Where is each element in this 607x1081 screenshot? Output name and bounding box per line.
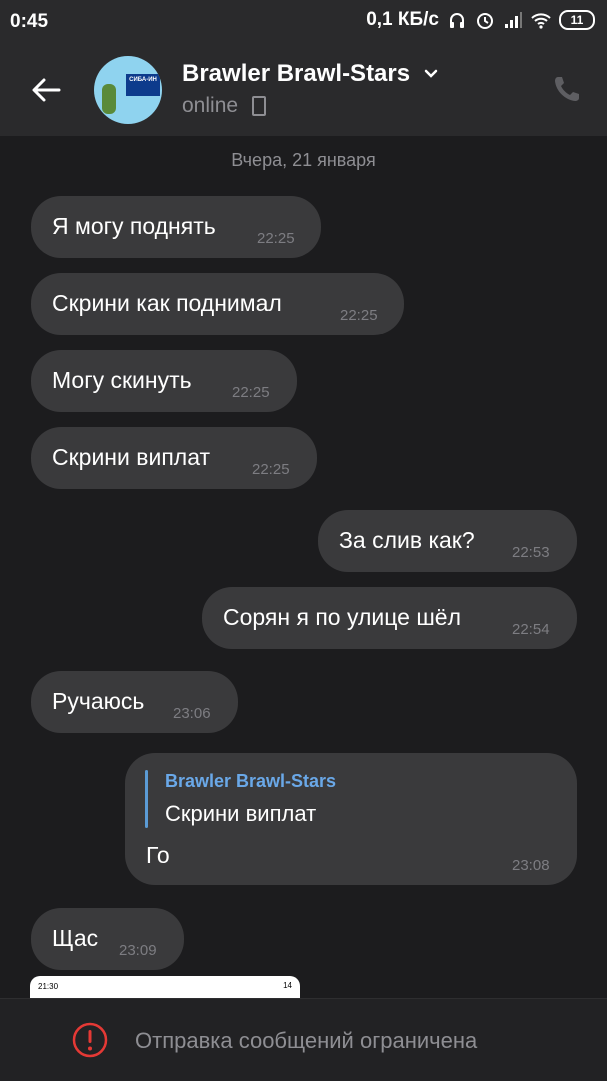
reply-quote-bar [145, 770, 148, 828]
reply-quoted-text: Скрини виплат [165, 801, 317, 826]
battery-icon: 11 [559, 10, 595, 30]
message-text: Сорян я по улице шёл [223, 604, 461, 630]
message-text: Го [146, 842, 170, 868]
message-bubble-outgoing[interactable]: За слив как? 22:53 [318, 510, 577, 572]
message-bubble-incoming[interactable]: Я могу поднять 22:25 [31, 196, 321, 258]
headphones-icon [447, 10, 467, 30]
image-message-preview[interactable]: 21:30 14 [30, 976, 300, 998]
preview-battery: 14 [283, 981, 292, 990]
mobile-device-icon [251, 96, 266, 117]
message-bubble-outgoing-reply[interactable]: Brawler Brawl-Stars Скрини виплат Го 23:… [125, 753, 577, 885]
message-bubble-incoming[interactable]: Скрини виплат 22:25 [31, 427, 317, 489]
phone-call-icon[interactable] [552, 74, 582, 104]
message-text: Ручаюсь [52, 688, 145, 714]
avatar[interactable]: СИБА-ИН [94, 56, 162, 124]
message-bubble-incoming[interactable]: Щас 23:09 [31, 908, 184, 970]
message-time: 23:09 [119, 942, 157, 959]
reply-author: Brawler Brawl-Stars [165, 771, 337, 791]
message-time: 22:54 [512, 621, 550, 638]
message-bubble-incoming[interactable]: Скрини как поднимал 22:25 [31, 273, 404, 335]
signal-icon [503, 10, 523, 30]
message-bubble-outgoing[interactable]: Сорян я по улице шёл 22:54 [202, 587, 577, 649]
message-time: 22:25 [257, 230, 295, 247]
chevron-down-icon [423, 61, 439, 89]
message-text: Я могу поднять [52, 213, 216, 239]
message-time: 23:06 [173, 705, 211, 722]
preview-time: 21:30 [38, 982, 59, 991]
network-speed: 0,1 КБ/с [366, 9, 439, 30]
status-time: 0:45 [10, 11, 49, 32]
message-bubble-incoming[interactable]: Могу скинуть 22:25 [31, 350, 297, 412]
alarm-icon [475, 10, 495, 30]
message-text: Щас [52, 925, 99, 951]
message-text: Скрини как поднимал [52, 290, 282, 316]
avatar-sign: СИБА-ИН [126, 74, 160, 96]
chat-title-text: Brawler Brawl-Stars [182, 60, 411, 87]
restriction-message: Отправка сообщений ограничена [135, 1028, 478, 1053]
message-time: 22:25 [340, 307, 378, 324]
message-time: 22:25 [232, 384, 270, 401]
online-status: online [182, 94, 266, 118]
message-text: За слив как? [339, 527, 475, 553]
chat-header: СИБА-ИН Brawler Brawl-Stars online [0, 44, 607, 136]
message-time: 22:53 [512, 544, 550, 561]
restriction-banner: Отправка сообщений ограничена [0, 998, 607, 1081]
message-text: Могу скинуть [52, 367, 192, 393]
status-bar: 0:45 0,1 КБ/с 11 [0, 0, 607, 44]
message-time: 23:08 [512, 857, 550, 874]
wifi-icon [531, 10, 551, 30]
online-status-text: online [182, 94, 239, 117]
date-separator: Вчера, 21 января [231, 150, 376, 170]
warning-icon [72, 1022, 108, 1058]
back-arrow-icon[interactable] [28, 72, 64, 108]
message-time: 22:25 [252, 461, 290, 478]
chat-title[interactable]: Brawler Brawl-Stars [182, 60, 439, 89]
message-text: Скрини виплат [52, 444, 211, 470]
message-bubble-incoming[interactable]: Ручаюсь 23:06 [31, 671, 238, 733]
avatar-figure [102, 84, 116, 114]
